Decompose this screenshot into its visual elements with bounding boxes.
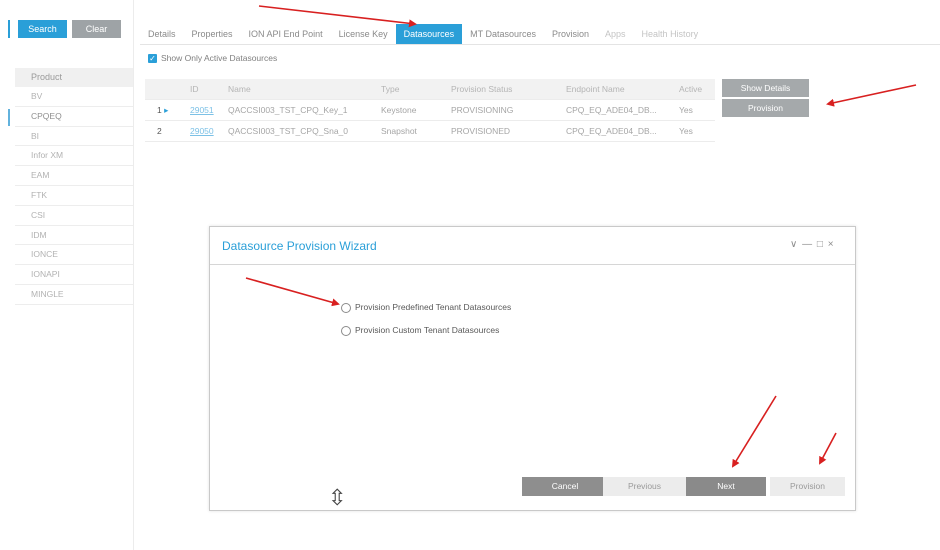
arrow-to-predefined-radio	[245, 277, 340, 307]
arrow-to-next-button	[731, 395, 777, 468]
annotation-arrows	[245, 5, 917, 468]
arrow-to-datasources-tab	[258, 5, 417, 28]
arrow-to-wizard-provision-button	[819, 432, 837, 465]
arrow-to-provision-button	[826, 84, 917, 107]
